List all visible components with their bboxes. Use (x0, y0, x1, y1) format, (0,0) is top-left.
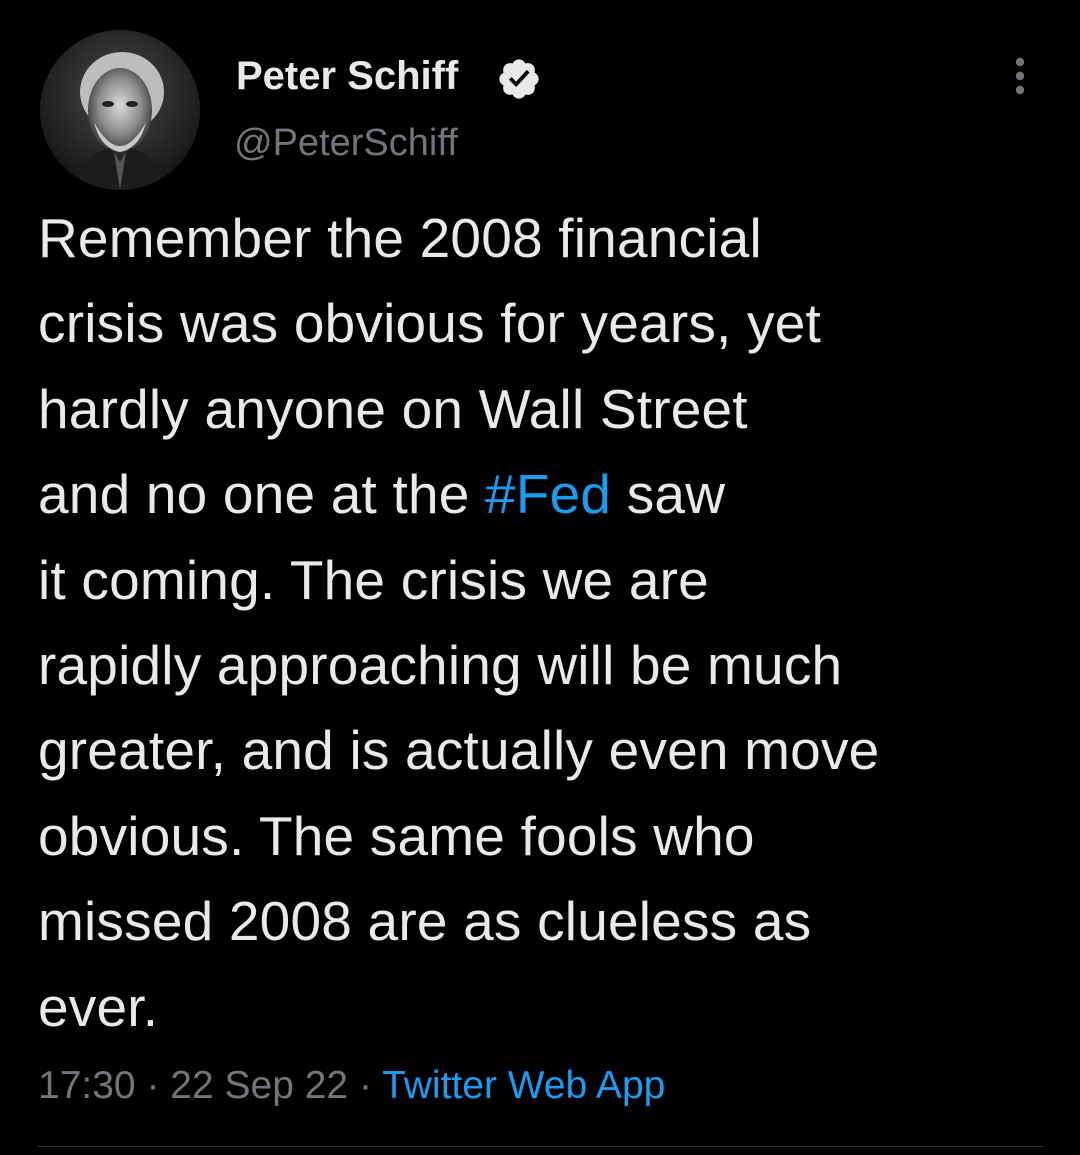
tweet-text-segment: and no one at the (38, 463, 486, 526)
tweet-source-link[interactable]: Twitter Web App (382, 1064, 665, 1107)
tweet-text-line: it coming. The crisis we are (38, 548, 709, 611)
tweet-text-line: crisis was obvious for years, yet (38, 292, 821, 355)
verified-badge-icon (499, 59, 539, 99)
tweet-text-line: Remember the 2008 financial (38, 207, 762, 269)
tweet-text: Remember the 2008 financial crisis was o… (38, 196, 1058, 1050)
meta-separator: · (348, 1064, 383, 1107)
tweet-text-line: ever. (38, 975, 159, 1038)
author-handle[interactable]: @PeterSchiff (234, 120, 458, 166)
tweet-text-line: hardly anyone on Wall Street (38, 377, 748, 440)
divider (38, 1146, 1044, 1147)
hashtag-link[interactable]: #Fed (485, 463, 611, 525)
tweet-time[interactable]: 17:30 (38, 1064, 136, 1107)
avatar-image (40, 30, 200, 190)
tweet-text-line: obvious. The same fools who (38, 804, 755, 867)
avatar[interactable] (40, 30, 200, 190)
tweet-meta: 17:30 · 22 Sep 22 · Twitter Web App (38, 1062, 665, 1110)
tweet-date[interactable]: 22 Sep 22 (170, 1064, 348, 1107)
tweet-text-segment: saw (611, 463, 726, 526)
meta-separator: · (135, 1064, 171, 1107)
tweet-text-line: missed 2008 are as clueless as (38, 890, 812, 953)
more-options-icon[interactable] (1002, 52, 1038, 100)
tweet-text-line: and no one at the #Fed saw (38, 452, 1058, 537)
display-name[interactable]: Peter Schiff (236, 52, 458, 100)
tweet-text-line: rapidly approaching will be much (38, 633, 843, 696)
tweet-text-line: greater, and is actually even move (38, 719, 880, 782)
